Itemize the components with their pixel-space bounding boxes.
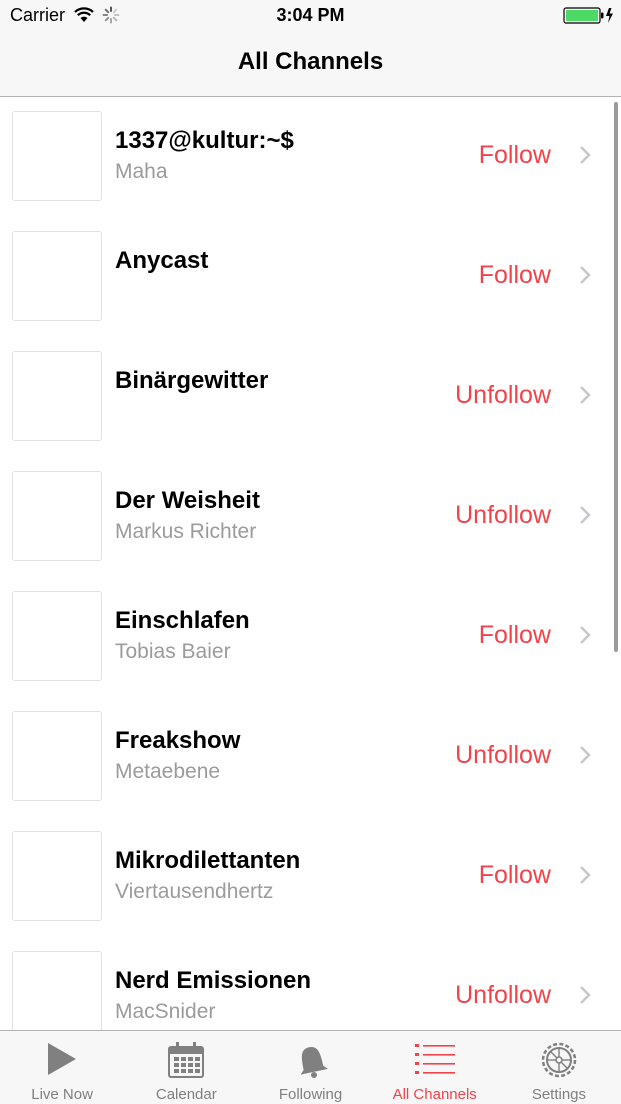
tab-label: Live Now xyxy=(31,1086,93,1103)
list-icon xyxy=(414,1044,455,1074)
app-screen: Carrier 3:04 PM All Channels 1337@kultur… xyxy=(0,0,621,1104)
channel-row[interactable]: Einschlafen Tobias Baier Follow xyxy=(0,577,621,697)
channel-title: Der Weisheit xyxy=(115,487,260,514)
channel-author: Markus Richter xyxy=(115,520,257,543)
gear-icon xyxy=(541,1042,577,1078)
tab-live-now[interactable]: Live Now xyxy=(0,1031,124,1104)
channel-artwork xyxy=(12,711,102,801)
channel-row[interactable]: Freakshow Metaebene Unfollow xyxy=(0,697,621,817)
channel-row[interactable]: Anycast Follow xyxy=(0,217,621,337)
tab-label: Calendar xyxy=(155,1086,217,1103)
channel-row[interactable]: 1337@kultur:~$ Maha Follow xyxy=(0,97,621,217)
channel-list[interactable]: 1337@kultur:~$ Maha Follow Anycast Follo… xyxy=(0,97,621,1030)
battery-charging-icon xyxy=(563,7,613,24)
channel-title: Einschlafen xyxy=(115,607,250,634)
channel-row[interactable]: Der Weisheit Markus Richter Unfollow xyxy=(0,457,621,577)
chevron-right-icon xyxy=(580,146,591,164)
tab-label: Following xyxy=(278,1086,343,1103)
channel-row[interactable]: Nerd Emissionen MacSnider Unfollow xyxy=(0,937,621,1030)
bell-icon xyxy=(300,1047,328,1078)
tab-following[interactable]: Following xyxy=(248,1031,372,1104)
channel-author: Viertausendhertz xyxy=(115,880,274,903)
tab-label: All Channels xyxy=(392,1086,477,1103)
unfollow-button[interactable]: Unfollow xyxy=(455,501,551,530)
channel-title: Anycast xyxy=(115,247,209,274)
scroll-indicator[interactable] xyxy=(614,102,618,652)
page-title: All Channels xyxy=(237,48,384,75)
tab-calendar[interactable]: Calendar xyxy=(124,1031,248,1104)
chevron-right-icon xyxy=(580,866,591,884)
follow-button[interactable]: Follow xyxy=(479,861,551,890)
chevron-right-icon xyxy=(580,266,591,284)
channel-author: Tobias Baier xyxy=(115,640,231,663)
tab-bar: Live Now Calendar Following All Channels… xyxy=(0,1030,621,1104)
channel-row[interactable]: Mikrodilettanten Viertausendhertz Follow xyxy=(0,817,621,937)
chevron-right-icon xyxy=(580,746,591,764)
play-icon xyxy=(48,1043,77,1075)
channel-artwork xyxy=(12,951,102,1030)
channel-title: Nerd Emissionen xyxy=(115,967,312,994)
tab-settings[interactable]: Settings xyxy=(497,1031,621,1104)
channel-title: Binärgewitter xyxy=(115,367,269,394)
channel-author: Maha xyxy=(115,160,168,183)
channel-artwork xyxy=(12,591,102,681)
channel-artwork xyxy=(12,471,102,561)
follow-button[interactable]: Follow xyxy=(479,261,551,290)
status-bar: Carrier 3:04 PM xyxy=(0,0,621,30)
channel-title: Mikrodilettanten xyxy=(115,847,301,874)
channel-title: Freakshow xyxy=(115,727,241,754)
channel-author: Metaebene xyxy=(115,760,221,783)
chevron-right-icon xyxy=(580,986,591,1004)
tab-label: Settings xyxy=(531,1086,587,1103)
unfollow-button[interactable]: Unfollow xyxy=(455,381,551,410)
follow-button[interactable]: Follow xyxy=(479,141,551,170)
unfollow-button[interactable]: Unfollow xyxy=(455,741,551,770)
calendar-icon xyxy=(168,1042,205,1078)
channel-artwork xyxy=(12,111,102,201)
chevron-right-icon xyxy=(580,386,591,404)
chevron-right-icon xyxy=(580,506,591,524)
channel-title: 1337@kultur:~$ xyxy=(115,127,294,154)
unfollow-button[interactable]: Unfollow xyxy=(455,981,551,1010)
tab-all-channels[interactable]: All Channels xyxy=(373,1031,497,1104)
navigation-bar: All Channels xyxy=(0,30,621,97)
channel-row[interactable]: Binärgewitter Unfollow xyxy=(0,337,621,457)
channel-artwork xyxy=(12,831,102,921)
chevron-right-icon xyxy=(580,626,591,644)
follow-button[interactable]: Follow xyxy=(479,621,551,650)
channel-author: MacSnider xyxy=(115,1000,216,1023)
channel-artwork xyxy=(12,231,102,321)
channel-artwork xyxy=(12,351,102,441)
clock-time: 3:04 PM xyxy=(276,5,345,25)
